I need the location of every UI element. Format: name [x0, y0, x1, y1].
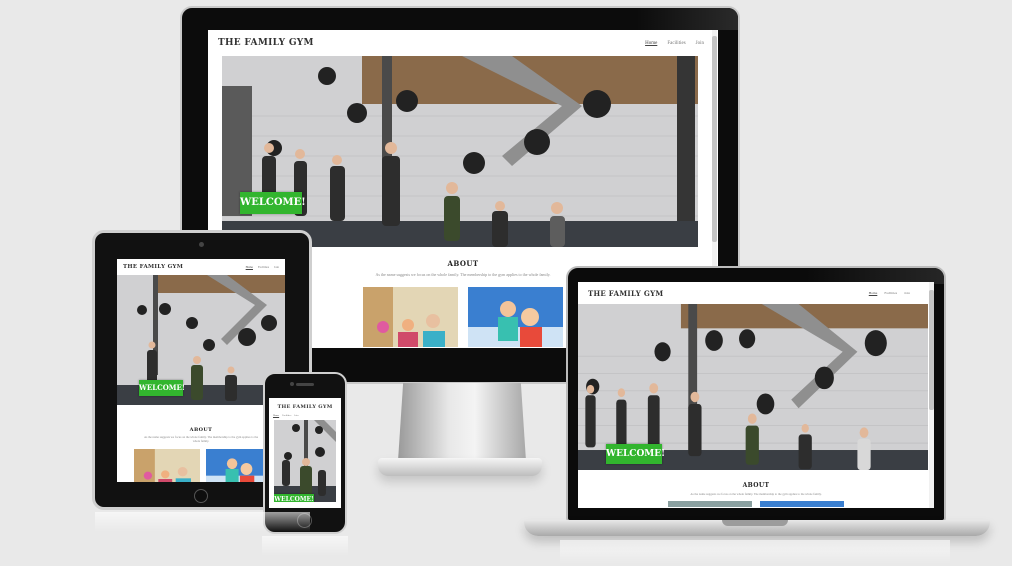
nav-join-link[interactable]: Join — [274, 265, 279, 269]
hero-image: WELCOME! — [222, 56, 698, 247]
site-header: THE FAMILY GYM Home Facilities Join — [269, 398, 341, 417]
gallery-photo-kids-fun — [760, 501, 844, 507]
phone-camera-icon — [290, 382, 294, 386]
about-text: As the name suggests we focus on the who… — [690, 492, 822, 496]
hero-photo-gym-wall-ball — [222, 56, 698, 247]
desktop-monitor-base — [378, 458, 542, 476]
desktop-scrollbar-thumb[interactable] — [712, 36, 717, 242]
welcome-banner: WELCOME! — [606, 444, 665, 464]
gallery-photo-kids-party — [363, 287, 458, 347]
site-header: THE FAMILY GYM Home Facilities Join — [117, 259, 285, 275]
hero-image: WELCOME! — [117, 275, 285, 405]
nav-join-link[interactable]: Join — [294, 414, 298, 417]
site-nav: Home Facilities Join — [273, 414, 337, 417]
nav-join-link[interactable]: Join — [904, 291, 910, 295]
nav-facilities-link[interactable]: Facilities — [667, 41, 685, 46]
gallery-photo-kids-fun — [468, 287, 563, 347]
laptop-site-screen: THE FAMILY GYM Home Facilities Join WELC… — [578, 282, 934, 508]
hero-image: WELCOME! — [274, 420, 336, 502]
nav-facilities-link[interactable]: Facilities — [884, 291, 897, 295]
hero-image: WELCOME! — [578, 304, 928, 470]
about-gallery — [117, 449, 285, 482]
welcome-banner: WELCOME! — [139, 380, 185, 396]
welcome-banner: WELCOME! — [274, 494, 314, 502]
nav-home-link[interactable]: Home — [273, 414, 279, 417]
tablet-home-button[interactable] — [194, 489, 208, 503]
welcome-banner: WELCOME! — [240, 192, 306, 214]
site-nav: Home Facilities Join — [869, 291, 910, 295]
site-header: THE FAMILY GYM Home Facilities Join — [208, 30, 718, 56]
floor-reflection — [95, 512, 310, 532]
about-heading: ABOUT — [189, 427, 213, 433]
gallery-photo-kids-party — [134, 449, 200, 482]
nav-home-link[interactable]: Home — [869, 291, 878, 295]
nav-join-link[interactable]: Join — [696, 41, 704, 46]
desktop-monitor-stand — [398, 383, 526, 461]
desktop-monitor-gloss — [636, 8, 738, 30]
laptop-scrollbar-thumb[interactable] — [929, 290, 934, 410]
site-header: THE FAMILY GYM Home Facilities Join — [578, 282, 934, 304]
site-nav: Home Facilities Join — [645, 41, 704, 46]
site-brand[interactable]: THE FAMILY GYM — [588, 289, 663, 298]
site-brand[interactable]: THE FAMILY GYM — [273, 404, 337, 410]
gallery-photo-kids-fun — [206, 449, 268, 482]
floor-reflection — [560, 540, 950, 564]
nav-home-link[interactable]: Home — [246, 265, 253, 269]
phone-site-screen: THE FAMILY GYM Home Facilities Join WELC… — [269, 398, 341, 508]
tablet-camera-icon — [199, 242, 204, 247]
about-gallery — [578, 501, 934, 507]
nav-home-link[interactable]: Home — [645, 41, 657, 46]
hero-photo-gym-wall-ball — [274, 420, 336, 502]
floor-reflection — [262, 536, 348, 556]
phone-speaker — [296, 383, 314, 386]
site-brand[interactable]: THE FAMILY GYM — [123, 264, 183, 270]
about-heading: ABOUT — [742, 482, 770, 489]
about-text: As the name suggests we focus on the who… — [143, 435, 259, 443]
tablet-site-screen: THE FAMILY GYM Home Facilities Join WELC… — [117, 259, 285, 482]
site-brand[interactable]: THE FAMILY GYM — [218, 38, 314, 48]
site-nav: Home Facilities Join — [246, 265, 279, 269]
nav-facilities-link[interactable]: Facilities — [258, 265, 269, 269]
nav-facilities-link[interactable]: Facilities — [282, 414, 291, 417]
laptop-opening-notch — [722, 520, 788, 526]
gallery-photo-kids-party — [668, 501, 752, 507]
